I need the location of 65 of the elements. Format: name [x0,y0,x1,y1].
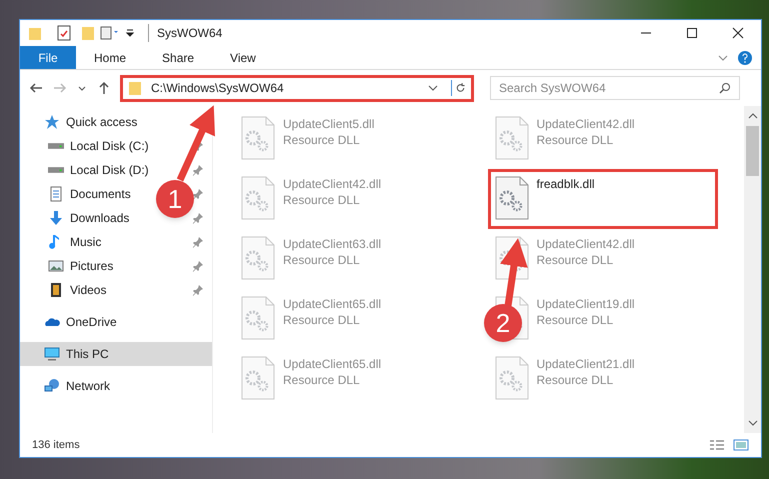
details-view-icon[interactable] [709,439,725,451]
drive-icon [48,167,64,173]
file-type: Resource DLL [536,312,614,328]
checklist-icon [56,25,72,41]
gear-file-icon [241,116,275,160]
file-type: Resource DLL [283,192,361,208]
vertical-scrollbar[interactable] [744,106,761,433]
picture-icon [48,258,64,274]
help-icon [737,50,753,66]
nav-item[interactable]: Local Disk (D:) [70,161,149,179]
ribbon-tab[interactable]: Share [144,46,212,69]
dropdown-icon [124,27,136,39]
scrollbar-thumb[interactable] [746,126,759,176]
download-arrow-icon [48,210,64,226]
file-type: Resource DLL [283,252,361,268]
nav-item[interactable]: Videos [70,281,106,299]
item-count: 136 items [32,438,80,453]
nav-item[interactable]: Network [66,377,110,395]
nav-item[interactable]: Downloads [70,209,130,227]
file-name[interactable]: freadblk.dll [536,176,595,192]
search-input[interactable]: Search SysWOW64 [499,79,719,97]
network-globe-icon [44,378,60,394]
large-icons-view-icon[interactable] [733,439,749,451]
file-type: Resource DLL [536,132,614,148]
nav-item[interactable]: OneDrive [66,313,117,331]
file-type: Resource DLL [283,312,361,328]
nav-item[interactable]: Local Disk (C:) [70,137,149,155]
document-icon [48,186,64,202]
window-title: SysWOW64 [148,24,222,42]
search-field[interactable]: Search SysWOW64 [490,76,740,100]
file-type: Resource DLL [536,252,614,268]
maximize-icon [686,27,698,39]
pointer-arrow [500,238,528,306]
nav-item[interactable]: Music [70,233,102,251]
nav-item[interactable]: Pictures [70,257,114,275]
gear-file-icon [241,356,275,400]
ribbon-tab[interactable]: Home [76,46,144,69]
file-type: Resource DLL [536,372,614,388]
gear-file-icon [494,356,528,400]
ribbon-tab[interactable]: View [212,46,274,69]
folder-icon [28,25,44,41]
file-type: Resource DLL [283,132,361,148]
folder-icon [127,80,143,96]
close-icon [732,27,744,39]
address-field[interactable]: C:\Windows\SysWOW64 [120,74,474,102]
ribbon-tab[interactable]: File [20,46,76,69]
gear-file-icon [494,116,528,160]
nav-item[interactable]: This PC [66,345,109,363]
monitor-icon [44,346,60,362]
gear-file-icon [241,296,275,340]
refresh-icon[interactable] [451,80,467,96]
gear-file-icon [241,236,275,280]
properties-icon [100,25,120,41]
file-type: Resource DLL [283,372,361,388]
address-path: C:\Windows\SysWOW64 [151,80,284,97]
nav-item[interactable]: Quick access [66,113,138,131]
gear-file-icon [241,176,275,220]
drive-icon [48,143,64,149]
search-icon [719,82,731,94]
star-icon [44,114,60,130]
film-icon [48,282,64,298]
gear-file-icon [494,176,528,220]
folder-icon [80,25,96,41]
gear-file-icon [494,236,528,280]
nav-item[interactable]: Documents [70,185,131,203]
